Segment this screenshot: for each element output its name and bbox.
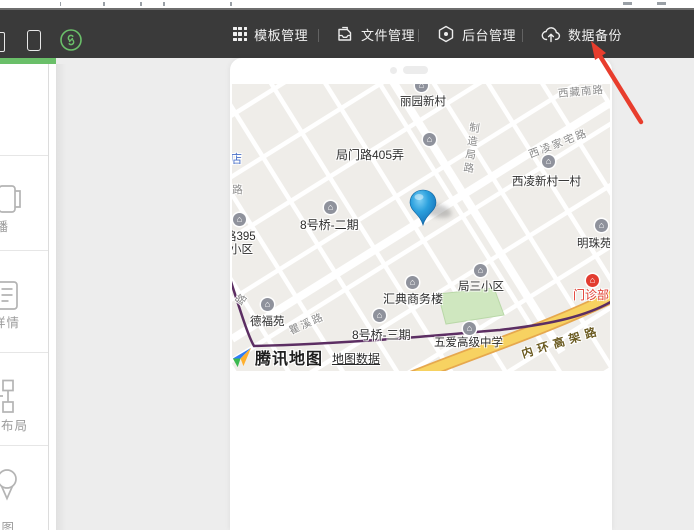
map-poi-label: 明珠苑 — [577, 235, 610, 251]
map-poi-icon — [423, 133, 436, 146]
menu-label: 文件管理 — [361, 25, 415, 44]
sidebar-item-label: 详情 — [0, 312, 20, 331]
map-poi-label: 8号桥-三期 — [352, 326, 411, 343]
top-toolbar: 模板管理 文件管理 后台管理 数据备份 — [0, 8, 694, 58]
menu-backend-management[interactable]: 后台管理 — [437, 10, 516, 58]
share-link-icon[interactable] — [59, 28, 83, 57]
mobile-preview-panel: 丽园新村 局门路405弄 酒店 西凌新村一村 明珠苑 8号桥-二期 路395 小… — [230, 58, 612, 530]
sidebar-item-label: 地图 — [0, 517, 15, 530]
map-marker-pin[interactable] — [408, 188, 438, 228]
map-poi-icon — [406, 276, 419, 289]
toolbar-divider — [522, 29, 523, 42]
chrome-mark — [140, 2, 142, 6]
device-desktop-icon-fragment[interactable] — [0, 32, 5, 52]
detail-page-icon — [0, 278, 25, 314]
menu-label: 模板管理 — [254, 25, 308, 44]
map-data-link[interactable]: 地图数据 — [332, 350, 380, 367]
map-attribution: 腾讯地图 地图数据 — [232, 345, 380, 369]
chrome-mark — [230, 2, 232, 6]
apps-grid-icon — [233, 27, 247, 41]
map-poi-label: 局门路405弄 — [336, 146, 404, 163]
sidebar-border — [48, 64, 49, 530]
map-poi-label: 丽园新村 — [400, 93, 446, 109]
map-poi-icon — [261, 298, 274, 311]
menu-label: 后台管理 — [462, 25, 516, 44]
menu-file-management[interactable]: 文件管理 — [336, 10, 415, 58]
menu-label: 数据备份 — [568, 25, 622, 44]
map-component[interactable]: 丽园新村 局门路405弄 酒店 西凌新村一村 明珠苑 8号桥-二期 路395 小… — [232, 84, 610, 371]
map-poi-label-hotel: 酒店 — [232, 150, 242, 167]
map-poi-label-clinic: 门诊部 — [573, 286, 609, 303]
map-poi-label: 小区 — [232, 241, 253, 257]
chrome-mark — [163, 2, 165, 6]
menu-data-backup[interactable]: 数据备份 — [541, 10, 622, 58]
map-poi-label: 德福苑 — [250, 313, 285, 329]
editor-window: 模板管理 文件管理 后台管理 数据备份 — [0, 0, 694, 530]
map-poi-label: 汇典商务楼 — [383, 290, 443, 307]
layout-structure-icon — [0, 379, 25, 415]
tencent-map-logo — [232, 346, 253, 369]
component-sidebar: 轮播 详情 布局 地图 — [0, 64, 56, 530]
map-poi-label: 五爱高级中学 — [434, 334, 503, 350]
map-poi-icon — [595, 219, 608, 232]
map-pin-icon — [0, 467, 25, 503]
sidebar-item-map[interactable]: 地图 — [0, 445, 48, 530]
device-phone-icon[interactable] — [27, 30, 41, 51]
map-poi-label: 西凌新村一村 — [512, 173, 581, 189]
map-poi-label: 局三小区 — [458, 278, 504, 294]
browser-chrome-fragment — [0, 0, 694, 8]
map-poi-label: 8号桥-二期 — [300, 216, 359, 233]
toolbar-divider — [418, 29, 419, 42]
preview-handle-pill — [403, 66, 428, 74]
sidebar-item-carousel[interactable]: 轮播 — [0, 155, 48, 251]
map-poi-icon — [324, 201, 337, 214]
toolbar-divider — [318, 29, 319, 42]
gear-icon — [437, 25, 455, 43]
map-poi-icon — [373, 309, 386, 322]
map-brand-label: 腾讯地图 — [255, 345, 323, 369]
map-poi-icon — [233, 213, 246, 226]
map-poi-icon — [474, 264, 487, 277]
chrome-mark — [657, 2, 666, 5]
map-poi-icon — [415, 84, 428, 92]
chrome-mark — [103, 2, 105, 6]
sidebar-item-detail[interactable]: 详情 — [0, 250, 48, 353]
cloud-upload-icon — [541, 26, 561, 43]
map-road-label: 路 — [232, 184, 245, 198]
chrome-mark — [623, 2, 632, 5]
chrome-mark — [60, 2, 61, 6]
sidebar-item-label: 轮播 — [0, 216, 9, 235]
menu-template-management[interactable]: 模板管理 — [233, 10, 308, 58]
file-tray-icon — [336, 25, 354, 43]
preview-handle-dot — [390, 67, 397, 74]
sidebar-item-label: 布局 — [1, 415, 28, 434]
panel-shadow — [56, 64, 66, 530]
carousel-icon — [0, 181, 25, 217]
sidebar-item-layout[interactable]: 布局 — [0, 352, 48, 446]
